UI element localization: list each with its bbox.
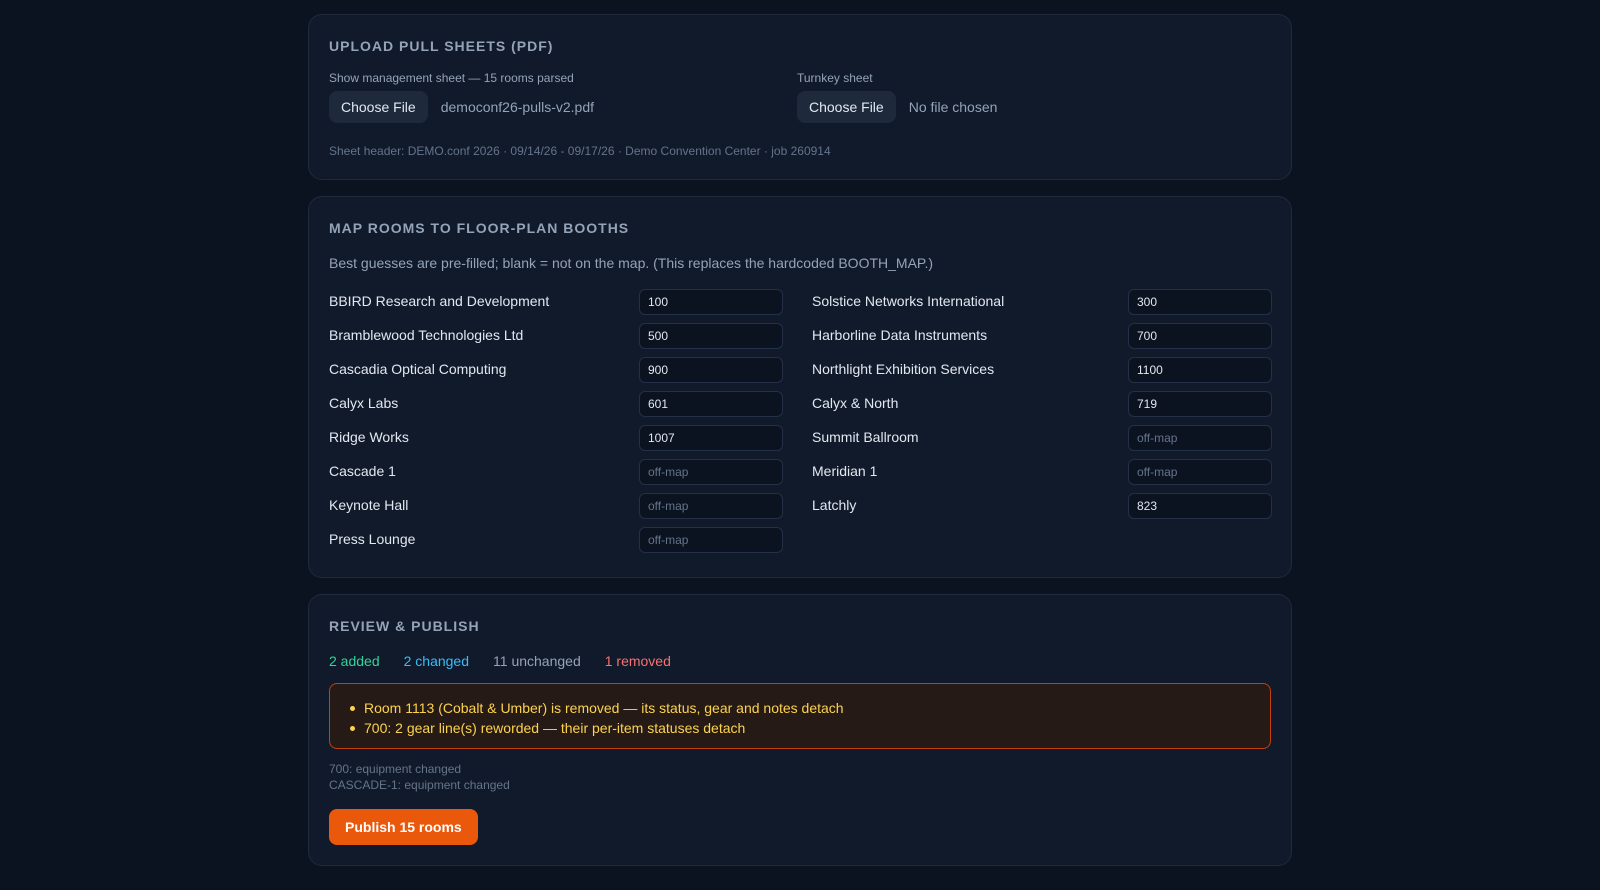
booth-input[interactable] (639, 323, 783, 349)
stat-unchanged: 11 unchanged (493, 653, 581, 669)
room-name: Ridge Works (329, 429, 409, 445)
room-name: Cascade 1 (329, 463, 396, 479)
turnkey-file-name: No file chosen (908, 99, 998, 115)
show-management-label: Show management sheet — 15 rooms parsed (329, 71, 574, 85)
warning-item: Room 1113 (Cobalt & Umber) is removed — … (350, 698, 1270, 718)
room-name: Solstice Networks International (812, 293, 1005, 309)
review-publish-card: Review & publish 2 added 2 changed 11 un… (308, 594, 1292, 866)
show-management-choose-file-button[interactable]: Choose File (329, 91, 428, 123)
room-name: Bramblewood Technologies Ltd (329, 327, 524, 343)
room-name: Meridian 1 (812, 463, 878, 479)
stat-added: 2 added (329, 653, 380, 669)
booth-input[interactable] (1128, 289, 1272, 315)
booth-input[interactable] (639, 391, 783, 417)
booth-input[interactable] (639, 425, 783, 451)
warning-list: Room 1113 (Cobalt & Umber) is removed — … (350, 698, 1270, 738)
change-log-item: 700: equipment changed (329, 762, 462, 776)
booth-input[interactable] (1128, 493, 1272, 519)
booth-input[interactable] (1128, 459, 1272, 485)
room-name: BBIRD Research and Development (329, 293, 550, 309)
map-title: Map rooms to floor-plan booths (329, 220, 630, 236)
stat-changed: 2 changed (403, 653, 470, 669)
upload-card: Upload pull sheets (PDF) Show management… (308, 14, 1292, 180)
stat-removed: 1 removed (604, 653, 671, 669)
warning-item: 700: 2 gear line(s) reworded — their per… (350, 718, 1270, 738)
turnkey-choose-file-button[interactable]: Choose File (797, 91, 896, 123)
room-name: Calyx Labs (329, 395, 399, 411)
booth-input[interactable] (639, 459, 783, 485)
map-rooms-card: Map rooms to floor-plan booths Best gues… (308, 196, 1292, 578)
change-log: 700: equipment changed CASCADE-1: equipm… (329, 761, 510, 793)
room-name: Calyx & North (812, 395, 899, 411)
room-name: Press Lounge (329, 531, 416, 547)
diff-stats: 2 added 2 changed 11 unchanged 1 removed (329, 653, 695, 669)
booth-input[interactable] (1128, 357, 1272, 383)
review-title: Review & publish (329, 618, 480, 634)
sheet-header: Sheet header: DEMO.conf 2026 · 09/14/26 … (329, 144, 831, 158)
change-log-item: CASCADE-1: equipment changed (329, 778, 510, 792)
show-management-file-name: democonf26-pulls-v2.pdf (440, 99, 595, 115)
room-name: Cascadia Optical Computing (329, 361, 507, 377)
booth-input[interactable] (639, 493, 783, 519)
booth-input[interactable] (639, 289, 783, 315)
upload-title: Upload pull sheets (PDF) (329, 38, 554, 54)
room-name: Keynote Hall (329, 497, 409, 513)
turnkey-file-row: Choose File No file chosen (797, 91, 997, 123)
booth-input[interactable] (1128, 391, 1272, 417)
booth-input[interactable] (639, 527, 783, 553)
booth-input[interactable] (1128, 425, 1272, 451)
room-name: Harborline Data Instruments (812, 327, 988, 343)
turnkey-upload: Turnkey sheet Choose File No file chosen (797, 71, 997, 123)
room-name: Northlight Exhibition Services (812, 361, 995, 377)
room-name: Latchly (812, 497, 857, 513)
publish-button[interactable]: Publish 15 rooms (329, 809, 478, 845)
booth-input[interactable] (639, 357, 783, 383)
turnkey-label: Turnkey sheet (797, 71, 873, 85)
page: Upload pull sheets (PDF) Show management… (0, 0, 1600, 890)
show-management-upload: Show management sheet — 15 rooms parsed … (329, 71, 594, 123)
warning-box: Room 1113 (Cobalt & Umber) is removed — … (329, 683, 1271, 749)
booth-input[interactable] (1128, 323, 1272, 349)
room-name: Summit Ballroom (812, 429, 919, 445)
map-description: Best guesses are pre-filled; blank = not… (329, 255, 933, 271)
show-management-file-row: Choose File democonf26-pulls-v2.pdf (329, 91, 594, 123)
